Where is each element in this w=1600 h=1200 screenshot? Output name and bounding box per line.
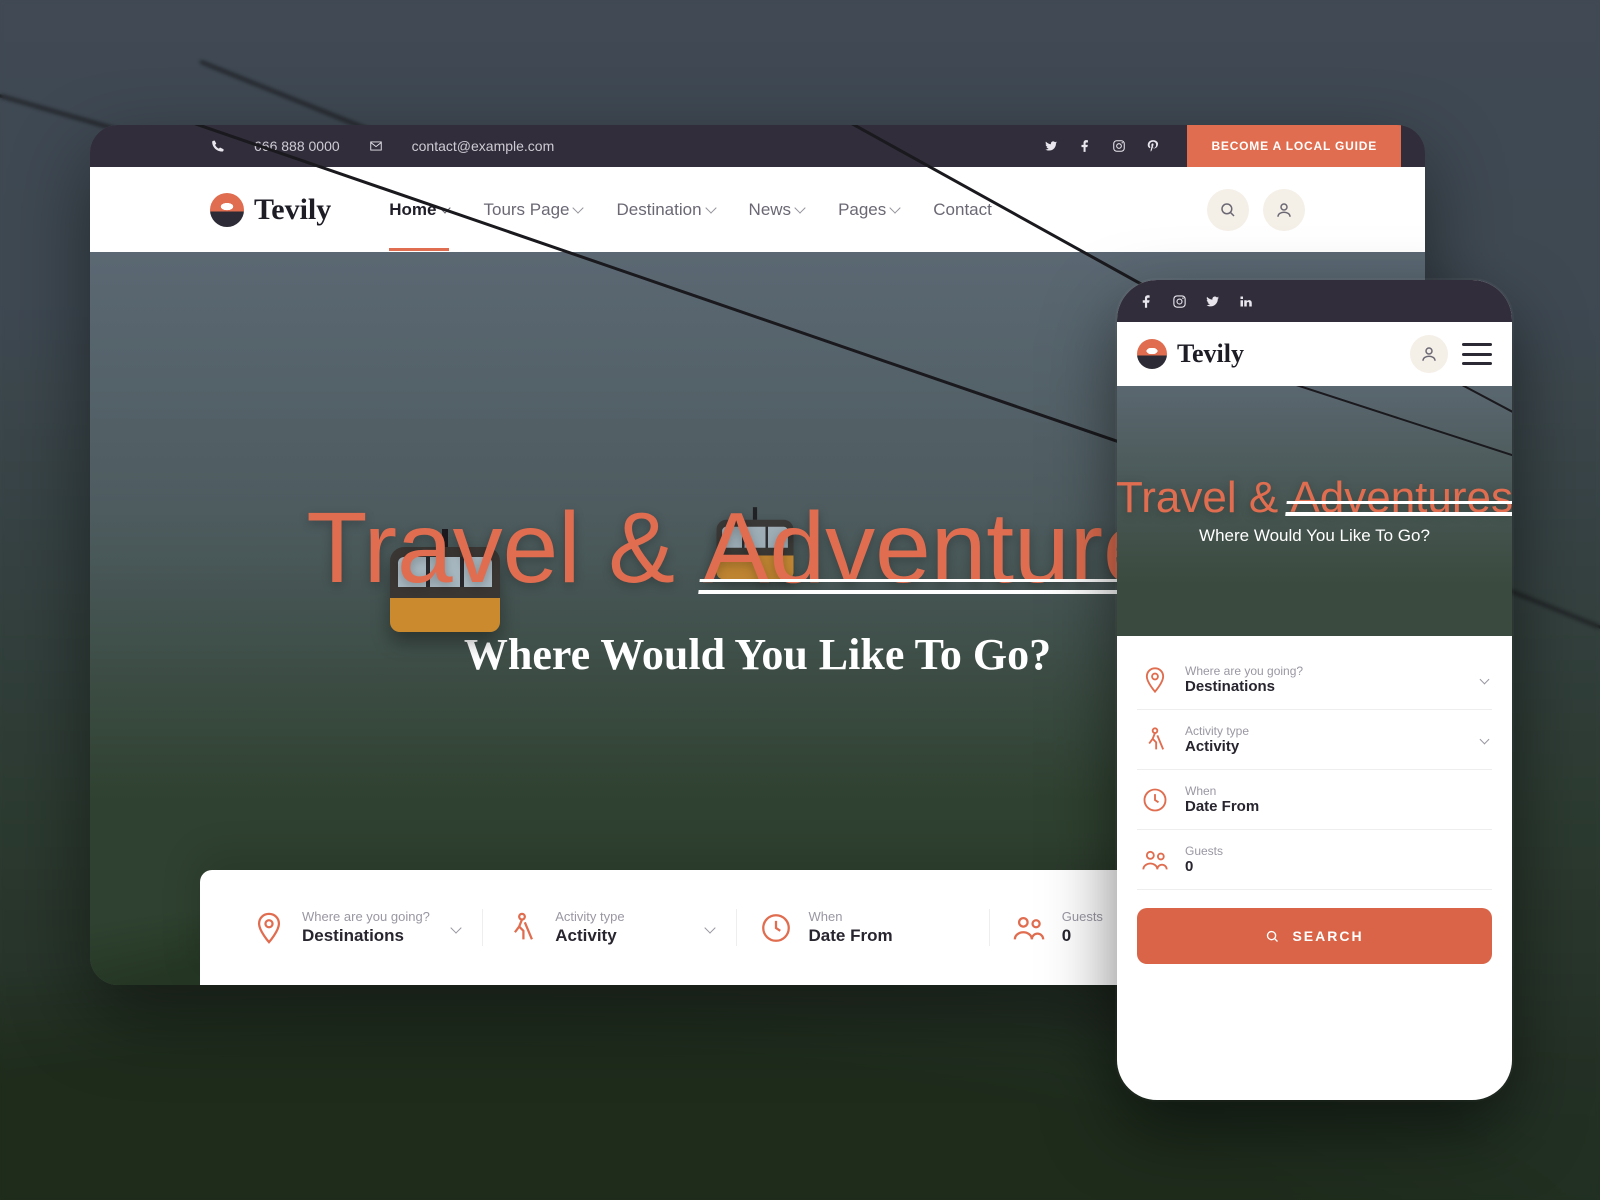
search-when[interactable]: When Date From [737,909,990,946]
search-guests[interactable]: Guests0 [1137,830,1492,890]
nav-news[interactable]: News [749,200,805,220]
search-icon [1265,929,1280,944]
facebook-icon[interactable] [1139,294,1154,309]
hero-script-a: Travel & [1117,473,1290,522]
topbar-email: contact@example.com [412,138,555,154]
field-value: Date From [1185,798,1259,815]
chevron-down-icon [451,922,462,933]
nav-contact[interactable]: Contact [933,200,992,220]
field-value: Activity [1185,738,1249,755]
field-top: When [809,909,893,924]
hero-script-b: Adventures [1290,476,1512,520]
mobile-topbar [1117,280,1512,322]
field-value: Date From [809,926,893,946]
field-value: Destinations [302,926,430,946]
pin-icon [252,911,286,945]
guests-icon [1141,846,1169,874]
field-top: When [1185,784,1259,798]
search-destination[interactable]: Where are you going? Destinations [230,909,483,946]
nav-pages[interactable]: Pages [838,200,899,220]
pinterest-icon[interactable] [1145,138,1161,154]
mobile-hero: Travel & Adventures Where Would You Like… [1117,386,1512,636]
field-top: Guests [1185,844,1223,858]
phone-icon [210,138,226,154]
search-activity[interactable]: Activity type Activity [483,909,736,946]
clock-icon [759,911,793,945]
twitter-icon[interactable] [1043,138,1059,154]
search-button-label: SEARCH [1292,928,1363,944]
nav-label: Pages [838,200,886,220]
chevron-down-icon [794,202,805,213]
nav-label: News [749,200,792,220]
hiker-icon [1141,726,1169,754]
become-guide-button[interactable]: BECOME A LOCAL GUIDE [1187,125,1401,167]
hero-script-a: Travel & [306,492,702,604]
linkedin-icon[interactable] [1238,294,1253,309]
chevron-down-icon [890,202,901,213]
chevron-down-icon [704,922,715,933]
instagram-icon[interactable] [1172,294,1187,309]
chevron-down-icon [1480,735,1490,745]
brand[interactable]: Tevily [210,193,331,227]
field-top: Activity type [1185,724,1249,738]
brand[interactable]: Tevily [1137,339,1244,369]
clock-icon [1141,786,1169,814]
search-button[interactable] [1207,189,1249,231]
brand-name: Tevily [254,193,331,227]
main-nav: Tevily Home Tours Page Destination News … [90,167,1425,252]
nav-label: Destination [616,200,701,220]
hero-script: Travel & Adventures [1117,476,1512,520]
field-value: Activity [555,926,624,946]
nav-label: Tours Page [483,200,569,220]
field-top: Where are you going? [302,909,430,924]
field-top: Where are you going? [1185,664,1303,678]
account-button[interactable] [1263,189,1305,231]
instagram-icon[interactable] [1111,138,1127,154]
field-value: Destinations [1185,678,1303,695]
facebook-icon[interactable] [1077,138,1093,154]
search-button[interactable]: SEARCH [1137,908,1492,964]
chevron-down-icon [573,202,584,213]
field-top: Guests [1062,909,1103,924]
account-button[interactable] [1410,335,1448,373]
mail-icon [368,138,384,154]
guests-icon [1012,911,1046,945]
nav-label: Contact [933,200,992,220]
search-destination[interactable]: Where are you going?Destinations [1137,650,1492,710]
chevron-down-icon [1480,675,1490,685]
hero-script: Travel & Adventures [306,498,1208,599]
hiker-icon [505,911,539,945]
brand-mark-icon [210,193,244,227]
field-top: Activity type [555,909,624,924]
field-value: 0 [1185,858,1223,875]
brand-mark-icon [1137,339,1167,369]
menu-button[interactable] [1462,343,1492,365]
hero-subhead: Where Would You Like To Go? [1199,526,1430,546]
pin-icon [1141,666,1169,694]
twitter-icon[interactable] [1205,294,1220,309]
search-activity[interactable]: Activity typeActivity [1137,710,1492,770]
nav-tours[interactable]: Tours Page [483,200,582,220]
search-when[interactable]: WhenDate From [1137,770,1492,830]
chevron-down-icon [705,202,716,213]
topbar: 666 888 0000 contact@example.com BECOME … [90,125,1425,167]
brand-name: Tevily [1177,339,1244,369]
mobile-search-form: Where are you going?Destinations Activit… [1117,636,1512,988]
field-value: 0 [1062,926,1103,946]
nav-destination[interactable]: Destination [616,200,714,220]
mobile-preview: Tevily Travel & Adventures Where Would Y… [1117,280,1512,1100]
mobile-nav: Tevily [1117,322,1512,386]
